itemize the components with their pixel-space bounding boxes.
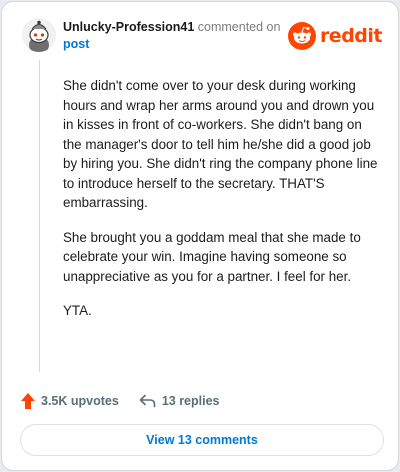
snoo-avatar-icon xyxy=(22,18,56,52)
reddit-brand[interactable]: reddit xyxy=(287,22,383,50)
view-comments-button[interactable]: View 13 comments xyxy=(20,424,384,456)
comment-header: Unlucky-Profession41 commented on post r… xyxy=(22,16,383,56)
comment-paragraph: YTA. xyxy=(63,303,92,318)
upvote-count: 3.5K upvotes xyxy=(41,394,119,408)
comment-actions: 3.5K upvotes 13 replies xyxy=(21,391,220,411)
upvote-arrow-icon xyxy=(21,393,35,409)
comment-paragraph: She brought you a goddam meal that she m… xyxy=(63,229,361,284)
comment-body: She didn't come over to your desk during… xyxy=(63,76,383,336)
comment-meta: Unlucky-Profession41 commented on post xyxy=(63,19,303,53)
reply-count: 13 replies xyxy=(161,394,220,408)
reply-arrow-icon xyxy=(139,394,156,408)
reply-button[interactable]: 13 replies xyxy=(139,394,220,408)
upvote-button[interactable]: 3.5K upvotes xyxy=(21,393,119,409)
comment-paragraph: She didn't come over to your desk during… xyxy=(63,78,378,210)
username[interactable]: Unlucky-Profession41 xyxy=(63,20,194,34)
avatar[interactable] xyxy=(22,18,56,52)
post-link[interactable]: post xyxy=(63,36,303,53)
reddit-wordmark: reddit xyxy=(319,25,383,47)
reddit-logo-icon xyxy=(287,22,316,50)
commented-on-text: commented on xyxy=(197,20,281,34)
thread-line[interactable] xyxy=(39,60,40,372)
comment-card: Unlucky-Profession41 commented on post r… xyxy=(1,1,399,471)
